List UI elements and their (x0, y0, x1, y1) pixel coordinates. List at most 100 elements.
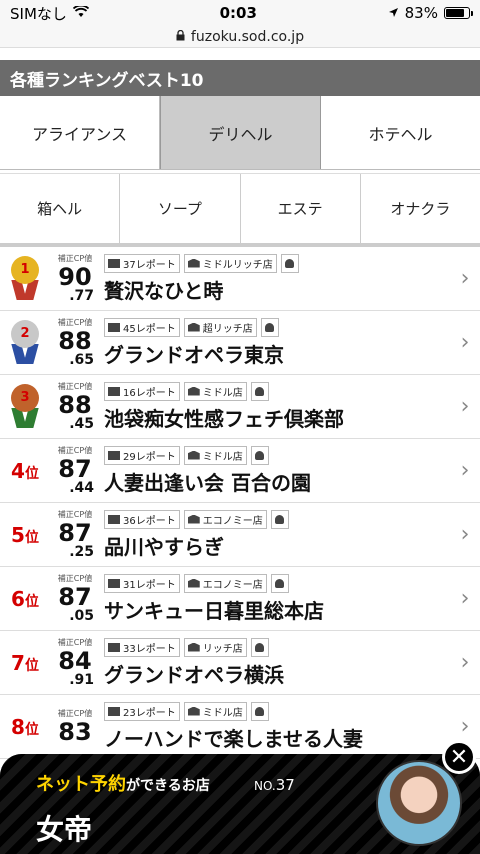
rank-label: 8位 (11, 714, 39, 739)
shop-icon (187, 450, 200, 460)
rank-cell: 8位 (0, 715, 50, 739)
rank-cell: 6位 (0, 587, 50, 611)
address-bar[interactable]: fuzoku.sod.co.jp (0, 26, 480, 48)
user-icon (275, 578, 285, 588)
clock: 0:03 (219, 4, 257, 22)
cp-score: 補正CP値 88 .65 (50, 318, 100, 367)
tab-hakoheru[interactable]: 箱ヘル (0, 174, 121, 243)
report-count-badge: 16レポート (104, 381, 180, 401)
cp-label: 補正CP値 (57, 509, 93, 519)
report-icon (108, 578, 120, 588)
cp-score: 補正CP値 87 .25 (50, 509, 100, 559)
cp-label: 補正CP値 (57, 637, 93, 647)
cp-label: 補正CP値 (57, 445, 93, 455)
ranking-row[interactable]: 3 補正CP値 88 .45 16レポート ミドル店 池袋痴女性感フェチ倶楽部 … (0, 375, 480, 439)
cp-score-int: 88 (58, 326, 92, 355)
cp-score: 補正CP値 88 .45 (50, 382, 100, 431)
cp-score: 補正CP値 84 .91 (50, 637, 100, 688)
shop-name: グランドオペラ東京 (104, 342, 284, 367)
shop-tags: 37レポート ミドルリッチ店 (104, 253, 450, 273)
ranking-row[interactable]: 1 補正CP値 90 .77 37レポート ミドルリッチ店 贅沢なひと時 › (0, 247, 480, 311)
rank-number: 3 (11, 383, 39, 412)
report-count-badge: 33レポート (104, 637, 180, 657)
chevron-right-icon: › (460, 586, 470, 611)
report-icon (108, 322, 120, 332)
battery-percent: 83% (404, 4, 438, 22)
price-class-badge: ミドルリッチ店 (183, 253, 277, 273)
price-class-badge: 超リッチ店 (183, 317, 257, 337)
price-class-badge: リッチ店 (183, 637, 247, 657)
shop-tags: 31レポート エコノミー店 (104, 573, 450, 593)
price-class-badge: エコノミー店 (183, 573, 267, 593)
rank-medal-icon: 2 (8, 319, 42, 366)
shop-name: 品川やすらぎ (104, 534, 224, 559)
user-badge (250, 445, 269, 465)
ad-photo (376, 760, 462, 846)
rank-medal-icon: 3 (8, 383, 42, 430)
chevron-right-icon: › (460, 458, 470, 483)
report-count-badge: 37レポート (104, 253, 180, 273)
price-class-badge: ミドル店 (183, 445, 247, 465)
ranking-row[interactable]: 4位 補正CP値 87 .44 29レポート ミドル店 人妻出逢い会 百合の園 … (0, 439, 480, 503)
shop-icon (187, 578, 200, 588)
status-bar: SIMなし 0:03 83% (0, 0, 480, 26)
shop-icon (187, 706, 200, 716)
shop-tags: 23レポート ミドル店 (104, 701, 450, 721)
rank-number: 2 (11, 319, 39, 348)
carrier-label: SIMなし (10, 4, 67, 23)
user-badge (270, 573, 289, 593)
chevron-right-icon: › (460, 266, 470, 291)
report-icon (108, 514, 120, 524)
lock-icon (176, 29, 185, 45)
tab-soap[interactable]: ソープ (120, 174, 241, 243)
shop-icon (187, 642, 200, 652)
url-text: fuzoku.sod.co.jp (190, 28, 305, 45)
chevron-right-icon: › (460, 650, 470, 675)
chevron-right-icon: › (460, 330, 470, 355)
battery-icon (443, 7, 473, 19)
cp-score-int: 87 (58, 582, 92, 611)
cp-score-dec: .91 (69, 671, 94, 688)
close-icon: ✕ (449, 744, 469, 770)
shop-tags: 45レポート 超リッチ店 (104, 317, 450, 337)
report-icon (108, 386, 120, 396)
close-ad-button[interactable]: ✕ (442, 740, 476, 774)
ranking-row[interactable]: 7位 補正CP値 84 .91 33レポート リッチ店 グランドオペラ横浜 › (0, 631, 480, 695)
shop-tags: 16レポート ミドル店 (104, 381, 450, 401)
price-class-badge: ミドル店 (183, 701, 247, 721)
cp-score-int: 83 (58, 717, 92, 746)
tab-deliheru[interactable]: デリヘル (160, 96, 321, 169)
tab-esthe[interactable]: エステ (240, 174, 361, 243)
price-class-badge: エコノミー店 (183, 509, 267, 529)
shop-tags: 36レポート エコノミー店 (104, 509, 450, 529)
report-icon (108, 450, 120, 460)
ranking-row[interactable]: 5位 補正CP値 87 .25 36レポート エコノミー店 品川やすらぎ › (0, 503, 480, 567)
ranking-list: 1 補正CP値 90 .77 37レポート ミドルリッチ店 贅沢なひと時 › 2… (0, 247, 480, 759)
cp-score-dec: .05 (69, 607, 94, 624)
rank-label: 6位 (11, 586, 39, 611)
shop-name: ノーハンドで楽しませる人妻 (104, 726, 363, 751)
cp-score: 補正CP値 87 .44 (50, 445, 100, 495)
tab-alliance[interactable]: アライアンス (0, 96, 160, 169)
report-count-badge: 31レポート (104, 573, 180, 593)
rank-label: 4位 (11, 458, 39, 483)
shop-info: 37レポート ミドルリッチ店 贅沢なひと時 (100, 253, 450, 304)
report-icon (108, 258, 120, 268)
cp-score: 補正CP値 87 .05 (50, 574, 100, 624)
ad-banner[interactable]: ネット予約ができるお店 NO.37 女帝 (0, 754, 480, 854)
shop-icon (187, 258, 200, 268)
shop-name: 贅沢なひと時 (104, 278, 224, 303)
report-count-badge: 45レポート (104, 317, 180, 337)
ranking-row[interactable]: 6位 補正CP値 87 .05 31レポート エコノミー店 サンキュー日暮里総本… (0, 567, 480, 631)
ranking-row[interactable]: 8位 補正CP値 83 23レポート ミドル店 ノーハンドで楽しませる人妻 › (0, 695, 480, 759)
tab-hoteheru[interactable]: ホテヘル (321, 96, 480, 169)
user-badge (260, 317, 279, 337)
tab-onakura[interactable]: オナクラ (360, 174, 480, 243)
cp-score: 補正CP値 90 .77 (50, 254, 100, 303)
rank-label: 7位 (11, 650, 39, 675)
report-icon (108, 642, 120, 652)
user-icon (255, 642, 265, 652)
ranking-row[interactable]: 2 補正CP値 88 .65 45レポート 超リッチ店 グランドオペラ東京 › (0, 311, 480, 375)
cp-score-int: 87 (58, 454, 92, 483)
report-count-badge: 29レポート (104, 445, 180, 465)
